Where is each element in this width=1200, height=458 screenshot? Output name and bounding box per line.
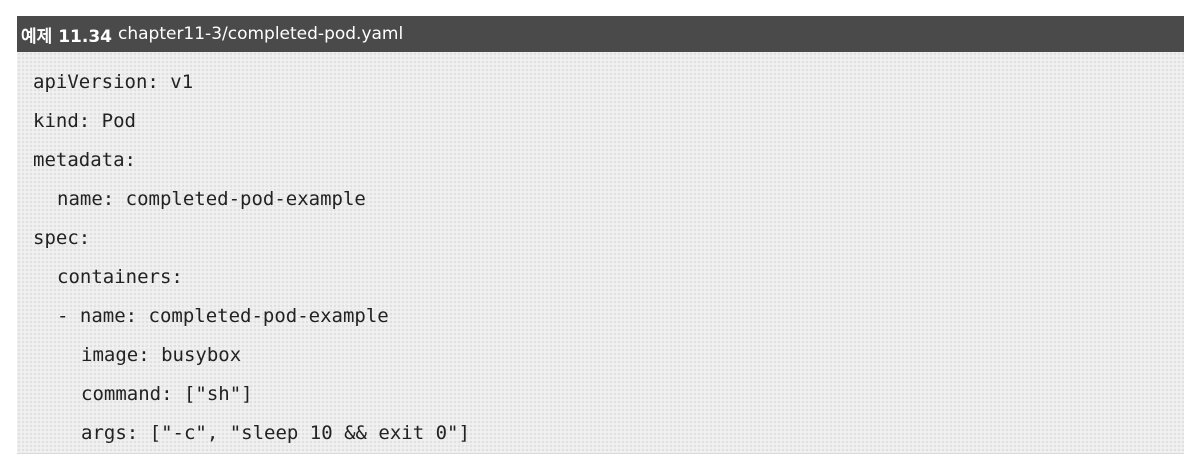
code-line: - name: completed-pod-example	[57, 305, 389, 327]
code-line: args: ["-c", "sleep 10 && exit 0"]	[81, 422, 470, 444]
example-filename: chapter11-3/completed-pod.yaml	[117, 24, 404, 44]
code-block: apiVersion: v1 kind: Pod metadata: name:…	[17, 52, 1184, 454]
code-line: containers:	[57, 266, 183, 288]
page: 예제 11.34 chapter11-3/completed-pod.yaml …	[0, 0, 1200, 458]
code-line: metadata:	[33, 149, 136, 171]
example-header: 예제 11.34 chapter11-3/completed-pod.yaml	[17, 16, 1184, 52]
example-number-label: 예제 11.34	[21, 26, 112, 47]
code-line: image: busybox	[81, 344, 242, 366]
code-line: apiVersion: v1	[33, 71, 194, 93]
code-line: name: completed-pod-example	[57, 188, 366, 210]
code-line: command: ["sh"]	[81, 383, 253, 405]
code-example-box: 예제 11.34 chapter11-3/completed-pod.yaml …	[17, 16, 1184, 454]
code-line: kind: Pod	[33, 110, 136, 132]
code-line: spec:	[33, 227, 91, 249]
